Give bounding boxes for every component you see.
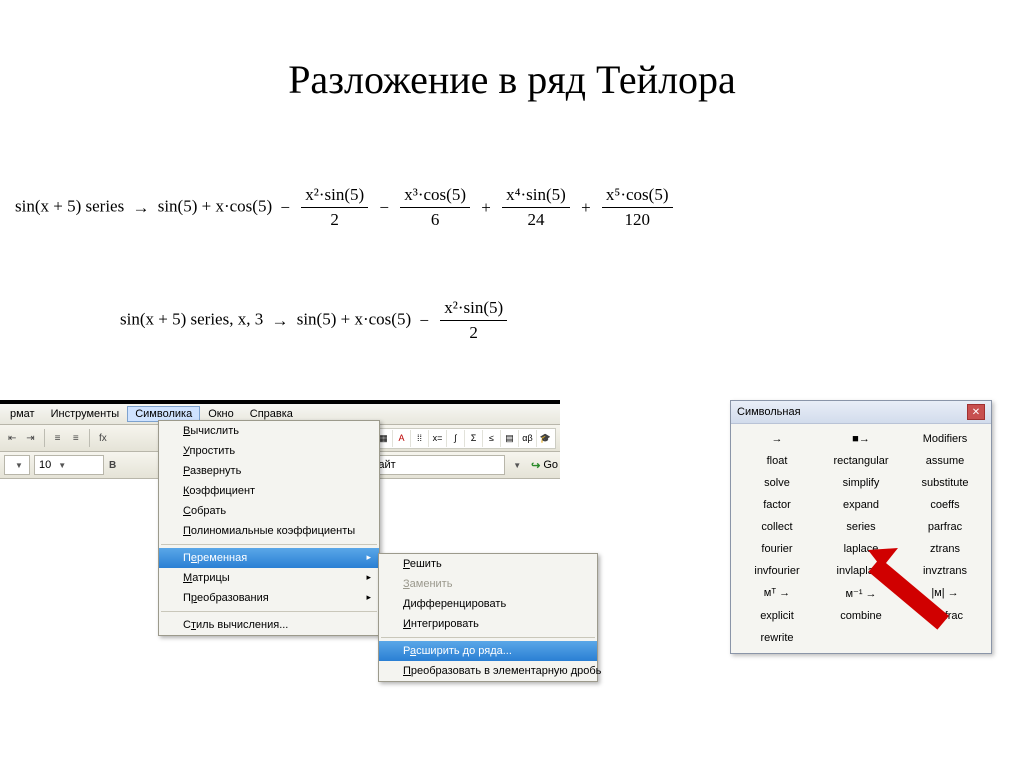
mi-transform[interactable]: Преобразования xyxy=(159,588,379,608)
tb-alpha-icon[interactable]: αβ xyxy=(518,430,536,447)
pc-arrow[interactable]: → xyxy=(735,428,819,450)
tb-indent-right-icon[interactable]: ⇥ xyxy=(22,428,38,448)
pc-float[interactable]: float xyxy=(735,450,819,472)
mi-differentiate[interactable]: Дифференцировать xyxy=(379,594,597,614)
tb-math-palette-group: ▦ A ⁞⁞ x= ∫ Σ ≤ ▤ αβ 🎓 xyxy=(373,428,556,449)
pc-laplace[interactable]: laplace xyxy=(819,538,903,560)
pc-parfrac[interactable]: parfrac xyxy=(903,516,987,538)
pc-rectangular[interactable]: rectangular xyxy=(819,450,903,472)
pc-empty1 xyxy=(819,627,903,649)
pc-factor[interactable]: factor xyxy=(735,494,819,516)
pc-explicit[interactable]: explicit xyxy=(735,605,819,627)
pc-modifiers[interactable]: Modifiers xyxy=(903,428,987,450)
mi-collect[interactable]: Собрать xyxy=(159,501,379,521)
palette-title-text: Символьная xyxy=(737,406,801,418)
pc-combine[interactable]: combine xyxy=(819,605,903,627)
pc-substitute[interactable]: substitute xyxy=(903,472,987,494)
tb-sigma-icon[interactable]: Σ xyxy=(464,430,482,447)
mi-simplify[interactable]: Упростить xyxy=(159,441,379,461)
tb-prog-icon[interactable]: ▤ xyxy=(500,430,518,447)
tb-graph-icon[interactable]: A xyxy=(392,430,410,447)
tb-fx-icon[interactable]: fx xyxy=(95,428,111,448)
pc-det[interactable]: |м| → xyxy=(903,582,987,605)
pc-invfourier[interactable]: invfourier xyxy=(735,560,819,582)
mi-evaluate[interactable]: Вычислить xyxy=(159,421,379,441)
mi-variable[interactable]: Переменная xyxy=(159,548,379,568)
mi-factor[interactable]: Коэффициент xyxy=(159,481,379,501)
menu-tools[interactable]: Инструменты xyxy=(43,406,128,422)
mi-matrix[interactable]: Матрицы xyxy=(159,568,379,588)
mi-integrate[interactable]: Интегрировать xyxy=(379,614,597,634)
palette-titlebar[interactable]: Символьная ✕ xyxy=(731,401,991,424)
pc-inverse[interactable]: м⁻¹ → xyxy=(819,582,903,605)
font-size-dropdown[interactable]: 10▼ xyxy=(34,455,104,475)
pc-expand[interactable]: expand xyxy=(819,494,903,516)
pc-invztrans[interactable]: invztrans xyxy=(903,560,987,582)
mi-substitute: Заменить xyxy=(379,574,597,594)
symbolic-palette[interactable]: Символьная ✕ → ■→ Modifiers float rectan… xyxy=(730,400,992,654)
tb-matrix-icon[interactable]: ⁞⁞ xyxy=(410,430,428,447)
formula-series-full: sin(x + 5) series → sin(5) + x·cos(5) − … xyxy=(15,185,676,230)
tb-integral-icon[interactable]: ∫ xyxy=(446,430,464,447)
mi-expand-series[interactable]: Расширить до ряда... xyxy=(379,641,597,661)
formula-series-x3: sin(x + 5) series, x, 3 → sin(5) + x·cos… xyxy=(120,298,510,343)
mi-calcstyle[interactable]: Стиль вычисления... xyxy=(159,615,379,635)
mi-solve[interactable]: Решить xyxy=(379,554,597,574)
font-family-dropdown[interactable]: ▼ xyxy=(4,455,30,475)
pc-assume[interactable]: assume xyxy=(903,450,987,472)
pc-rewrite[interactable]: rewrite xyxy=(735,627,819,649)
pc-empty2 xyxy=(903,627,987,649)
tb-align-icon[interactable]: ≡ xyxy=(49,428,65,448)
pc-collect[interactable]: collect xyxy=(735,516,819,538)
pc-ztrans[interactable]: ztrans xyxy=(903,538,987,560)
pc-invlaplace[interactable]: invlaplace xyxy=(819,560,903,582)
menu-format[interactable]: рмат xyxy=(2,406,43,422)
mi-partial-fraction[interactable]: Преобразовать в элементарную дробь xyxy=(379,661,597,681)
slide-title: Разложение в ряд Тейлора xyxy=(0,0,1024,103)
bold-button[interactable]: B xyxy=(108,455,117,475)
mi-expand[interactable]: Развернуть xyxy=(159,461,379,481)
site-dropdown-arrow[interactable]: ▼ xyxy=(513,461,521,470)
pc-block-arrow[interactable]: ■→ xyxy=(819,428,903,450)
variable-submenu[interactable]: Решить Заменить Дифференцировать Интегри… xyxy=(378,553,598,682)
pc-solve[interactable]: solve xyxy=(735,472,819,494)
tb-indent-left-icon[interactable]: ⇤ xyxy=(4,428,20,448)
tb-align2-icon[interactable]: ≡ xyxy=(68,428,84,448)
pc-series[interactable]: series xyxy=(819,516,903,538)
pc-confrac[interactable]: confrac xyxy=(903,605,987,627)
pc-simplify[interactable]: simplify xyxy=(819,472,903,494)
symbolics-dropdown[interactable]: Вычислить Упростить Развернуть Коэффицие… xyxy=(158,420,380,636)
pc-transpose[interactable]: мᵀ → xyxy=(735,582,819,605)
palette-grid: → ■→ Modifiers float rectangular assume … xyxy=(731,424,991,653)
go-arrow-icon: ↪ xyxy=(531,459,540,472)
tb-hat-icon[interactable]: 🎓 xyxy=(536,430,554,447)
pc-coeffs[interactable]: coeffs xyxy=(903,494,987,516)
palette-close-button[interactable]: ✕ xyxy=(967,404,985,420)
go-button[interactable]: ↪ Go xyxy=(531,459,558,472)
pc-fourier[interactable]: fourier xyxy=(735,538,819,560)
mi-polycoef[interactable]: Полиномиальные коэффициенты xyxy=(159,521,379,541)
tb-xeq-icon[interactable]: x= xyxy=(428,430,446,447)
tb-lessthan-icon[interactable]: ≤ xyxy=(482,430,500,447)
